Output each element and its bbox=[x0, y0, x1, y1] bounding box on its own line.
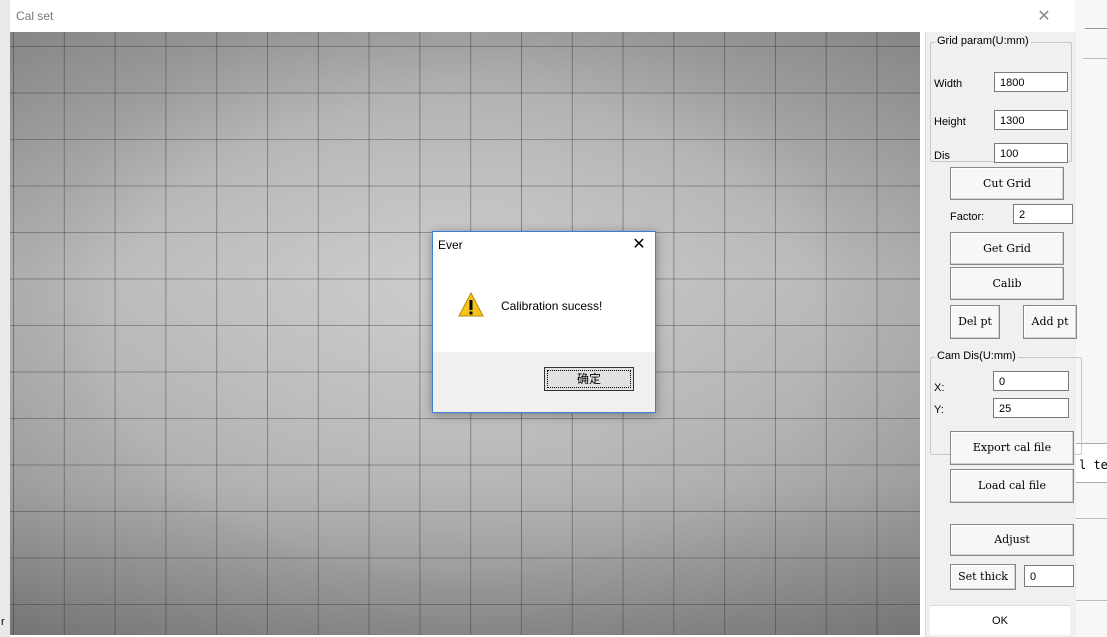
dis-field[interactable]: 100 bbox=[994, 143, 1068, 163]
export-cal-file-button[interactable]: Export cal file bbox=[950, 431, 1074, 465]
height-field[interactable]: 1300 bbox=[994, 110, 1068, 130]
dialog-ok-button[interactable]: 确定 bbox=[544, 367, 634, 391]
dialog-title: Ever bbox=[438, 238, 463, 252]
x-label: X: bbox=[934, 382, 945, 394]
control-panel: Grid param(U:mm) Width 1800 Height 1300 … bbox=[925, 32, 1082, 637]
cam-x-field[interactable]: 0 bbox=[993, 371, 1069, 391]
dis-label: Dis bbox=[934, 150, 950, 162]
dialog-message: Calibration sucess! bbox=[501, 299, 603, 313]
background-divider bbox=[1075, 600, 1107, 601]
grid-param-label: Grid param(U:mm) bbox=[935, 35, 1031, 47]
load-cal-file-button[interactable]: Load cal file bbox=[950, 469, 1074, 503]
width-field[interactable]: 1800 bbox=[994, 72, 1068, 92]
background-text-fragment: l tes bbox=[1079, 458, 1107, 472]
y-label: Y: bbox=[934, 404, 944, 416]
background-divider bbox=[1075, 518, 1107, 519]
window-close-button[interactable]: ✕ bbox=[1032, 6, 1056, 28]
background-divider bbox=[1085, 28, 1107, 29]
window-title: Cal set bbox=[16, 9, 54, 23]
factor-field[interactable]: 2 bbox=[1013, 204, 1073, 224]
height-label: Height bbox=[934, 116, 966, 128]
close-icon: ✕ bbox=[632, 236, 646, 253]
ok-button[interactable]: OK bbox=[930, 605, 1070, 635]
factor-label: Factor: bbox=[950, 211, 985, 223]
set-thick-button[interactable]: Set thick bbox=[950, 564, 1016, 590]
background-divider bbox=[1083, 58, 1107, 59]
title-bar: Cal set ✕ bbox=[10, 0, 1075, 32]
dialog-close-button[interactable]: ✕ bbox=[628, 234, 650, 256]
background-letter: r bbox=[1, 616, 5, 628]
adjust-button[interactable]: Adjust bbox=[950, 524, 1074, 556]
close-icon: ✕ bbox=[1037, 8, 1051, 25]
del-pt-button[interactable]: Del pt bbox=[950, 305, 1000, 339]
add-pt-button[interactable]: Add pt bbox=[1023, 305, 1077, 339]
background-window-strip: l tes bbox=[1075, 0, 1107, 637]
cam-dis-label: Cam Dis(U:mm) bbox=[935, 350, 1018, 362]
get-grid-button[interactable]: Get Grid bbox=[950, 232, 1064, 265]
warning-icon bbox=[458, 291, 484, 318]
grid-param-group: Grid param(U:mm) Width 1800 Height 1300 … bbox=[930, 35, 1072, 163]
thick-field[interactable]: 0 bbox=[1024, 565, 1074, 587]
message-dialog: Ever ✕ Calibration sucess! 确定 bbox=[432, 231, 656, 413]
width-label: Width bbox=[934, 78, 963, 90]
cam-y-field[interactable]: 25 bbox=[993, 398, 1069, 418]
cut-grid-button[interactable]: Cut Grid bbox=[950, 167, 1064, 200]
calib-button[interactable]: Calib bbox=[950, 267, 1064, 300]
dialog-footer: 确定 bbox=[433, 352, 655, 412]
